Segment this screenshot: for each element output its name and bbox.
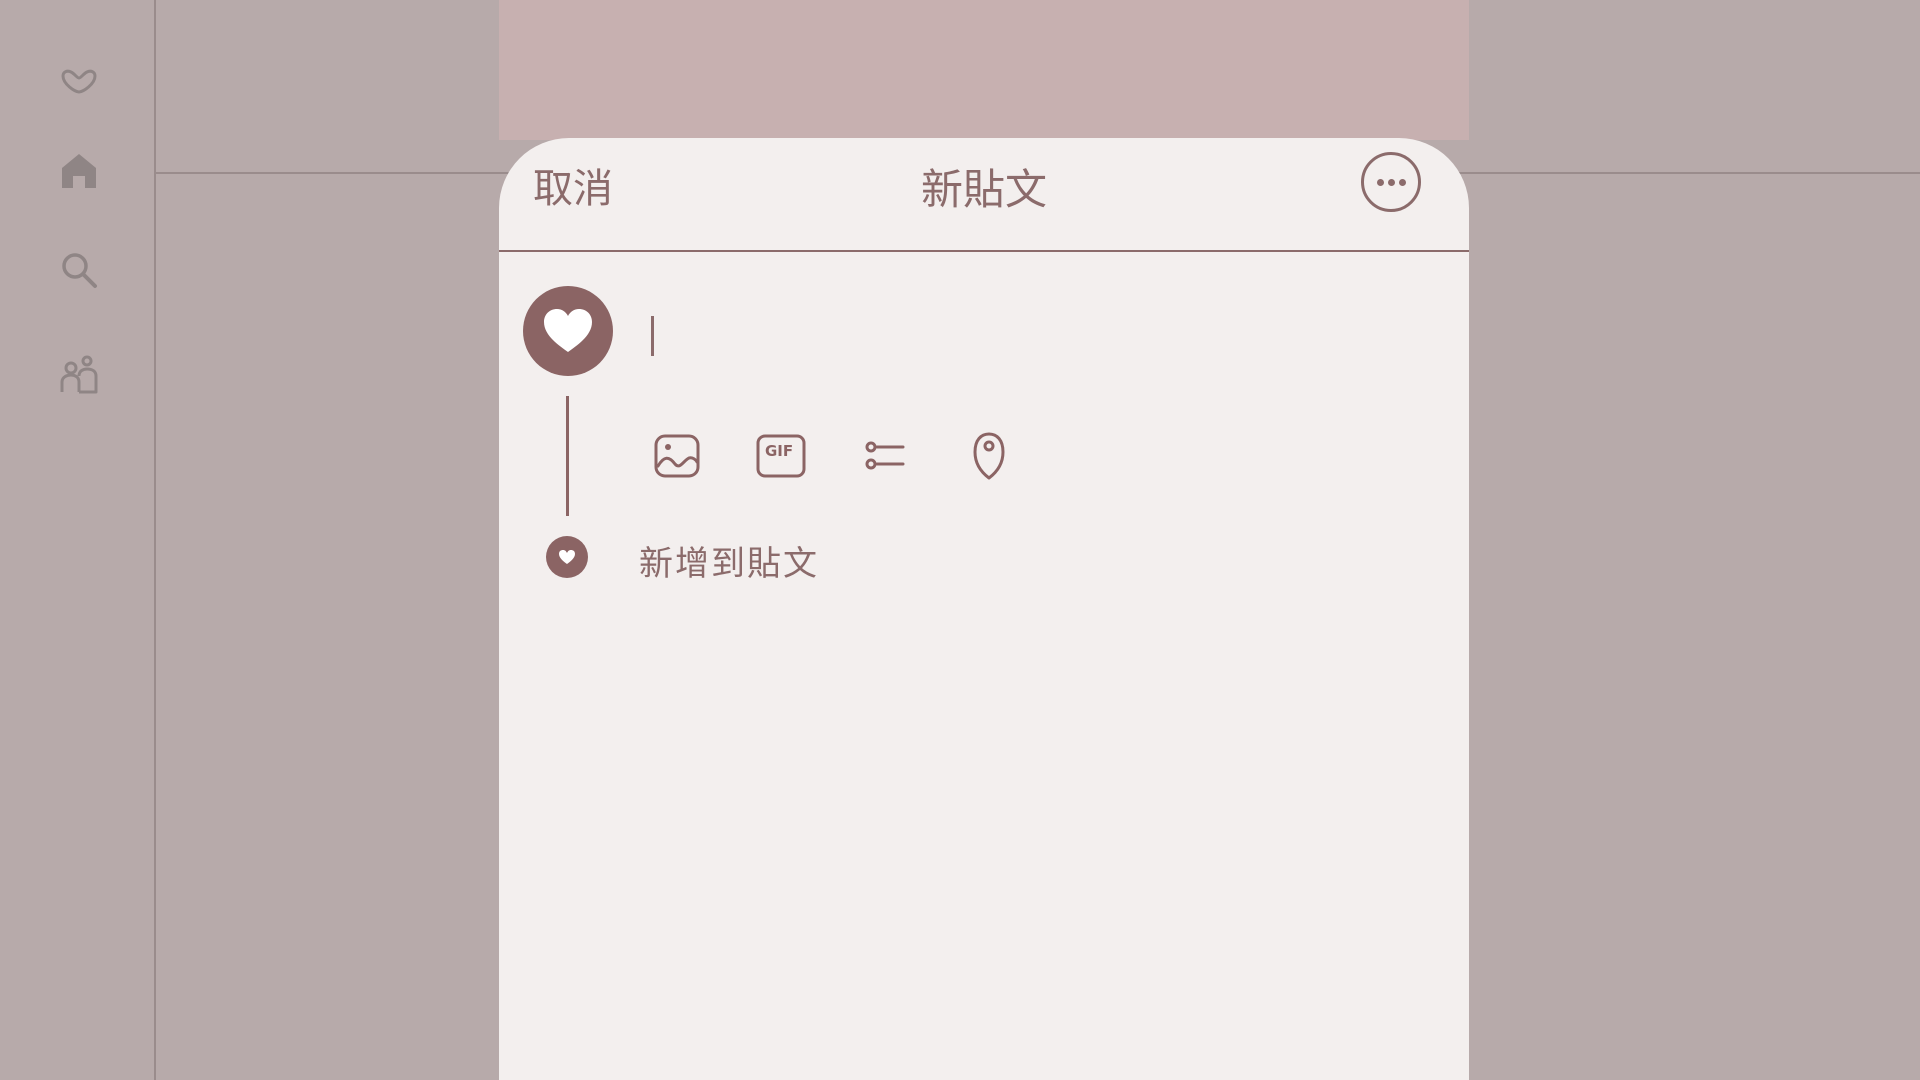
app-page: 取消 新貼文 GIF 新增到貼文	[0, 0, 1920, 1080]
modal-header: 取消 新貼文	[499, 138, 1469, 252]
more-dots-icon[interactable]	[1361, 152, 1421, 212]
search-icon[interactable]	[55, 246, 103, 294]
new-post-modal: 取消 新貼文 GIF 新增到貼文	[499, 138, 1469, 1080]
location-pin-icon[interactable]	[961, 428, 1017, 484]
modal-top-band	[499, 0, 1469, 140]
thread-line	[566, 396, 569, 516]
small-avatar	[546, 536, 588, 578]
post-text-input[interactable]	[651, 316, 654, 356]
poll-icon[interactable]	[857, 428, 913, 484]
heart-icon	[559, 550, 575, 564]
gif-label: GIF	[765, 442, 794, 460]
image-icon[interactable]	[649, 428, 705, 484]
page-title: 新貼文	[920, 165, 1047, 214]
sidebar	[0, 0, 156, 1080]
people-icon[interactable]	[55, 350, 103, 398]
logo-heart-icon[interactable]	[55, 58, 103, 106]
avatar[interactable]	[523, 286, 613, 376]
gif-icon[interactable]: GIF	[753, 428, 809, 484]
home-icon[interactable]	[55, 146, 103, 194]
attachment-toolbar: GIF	[649, 428, 1065, 484]
heart-icon	[544, 309, 592, 352]
add-to-post-link[interactable]: 新增到貼文	[639, 536, 819, 585]
